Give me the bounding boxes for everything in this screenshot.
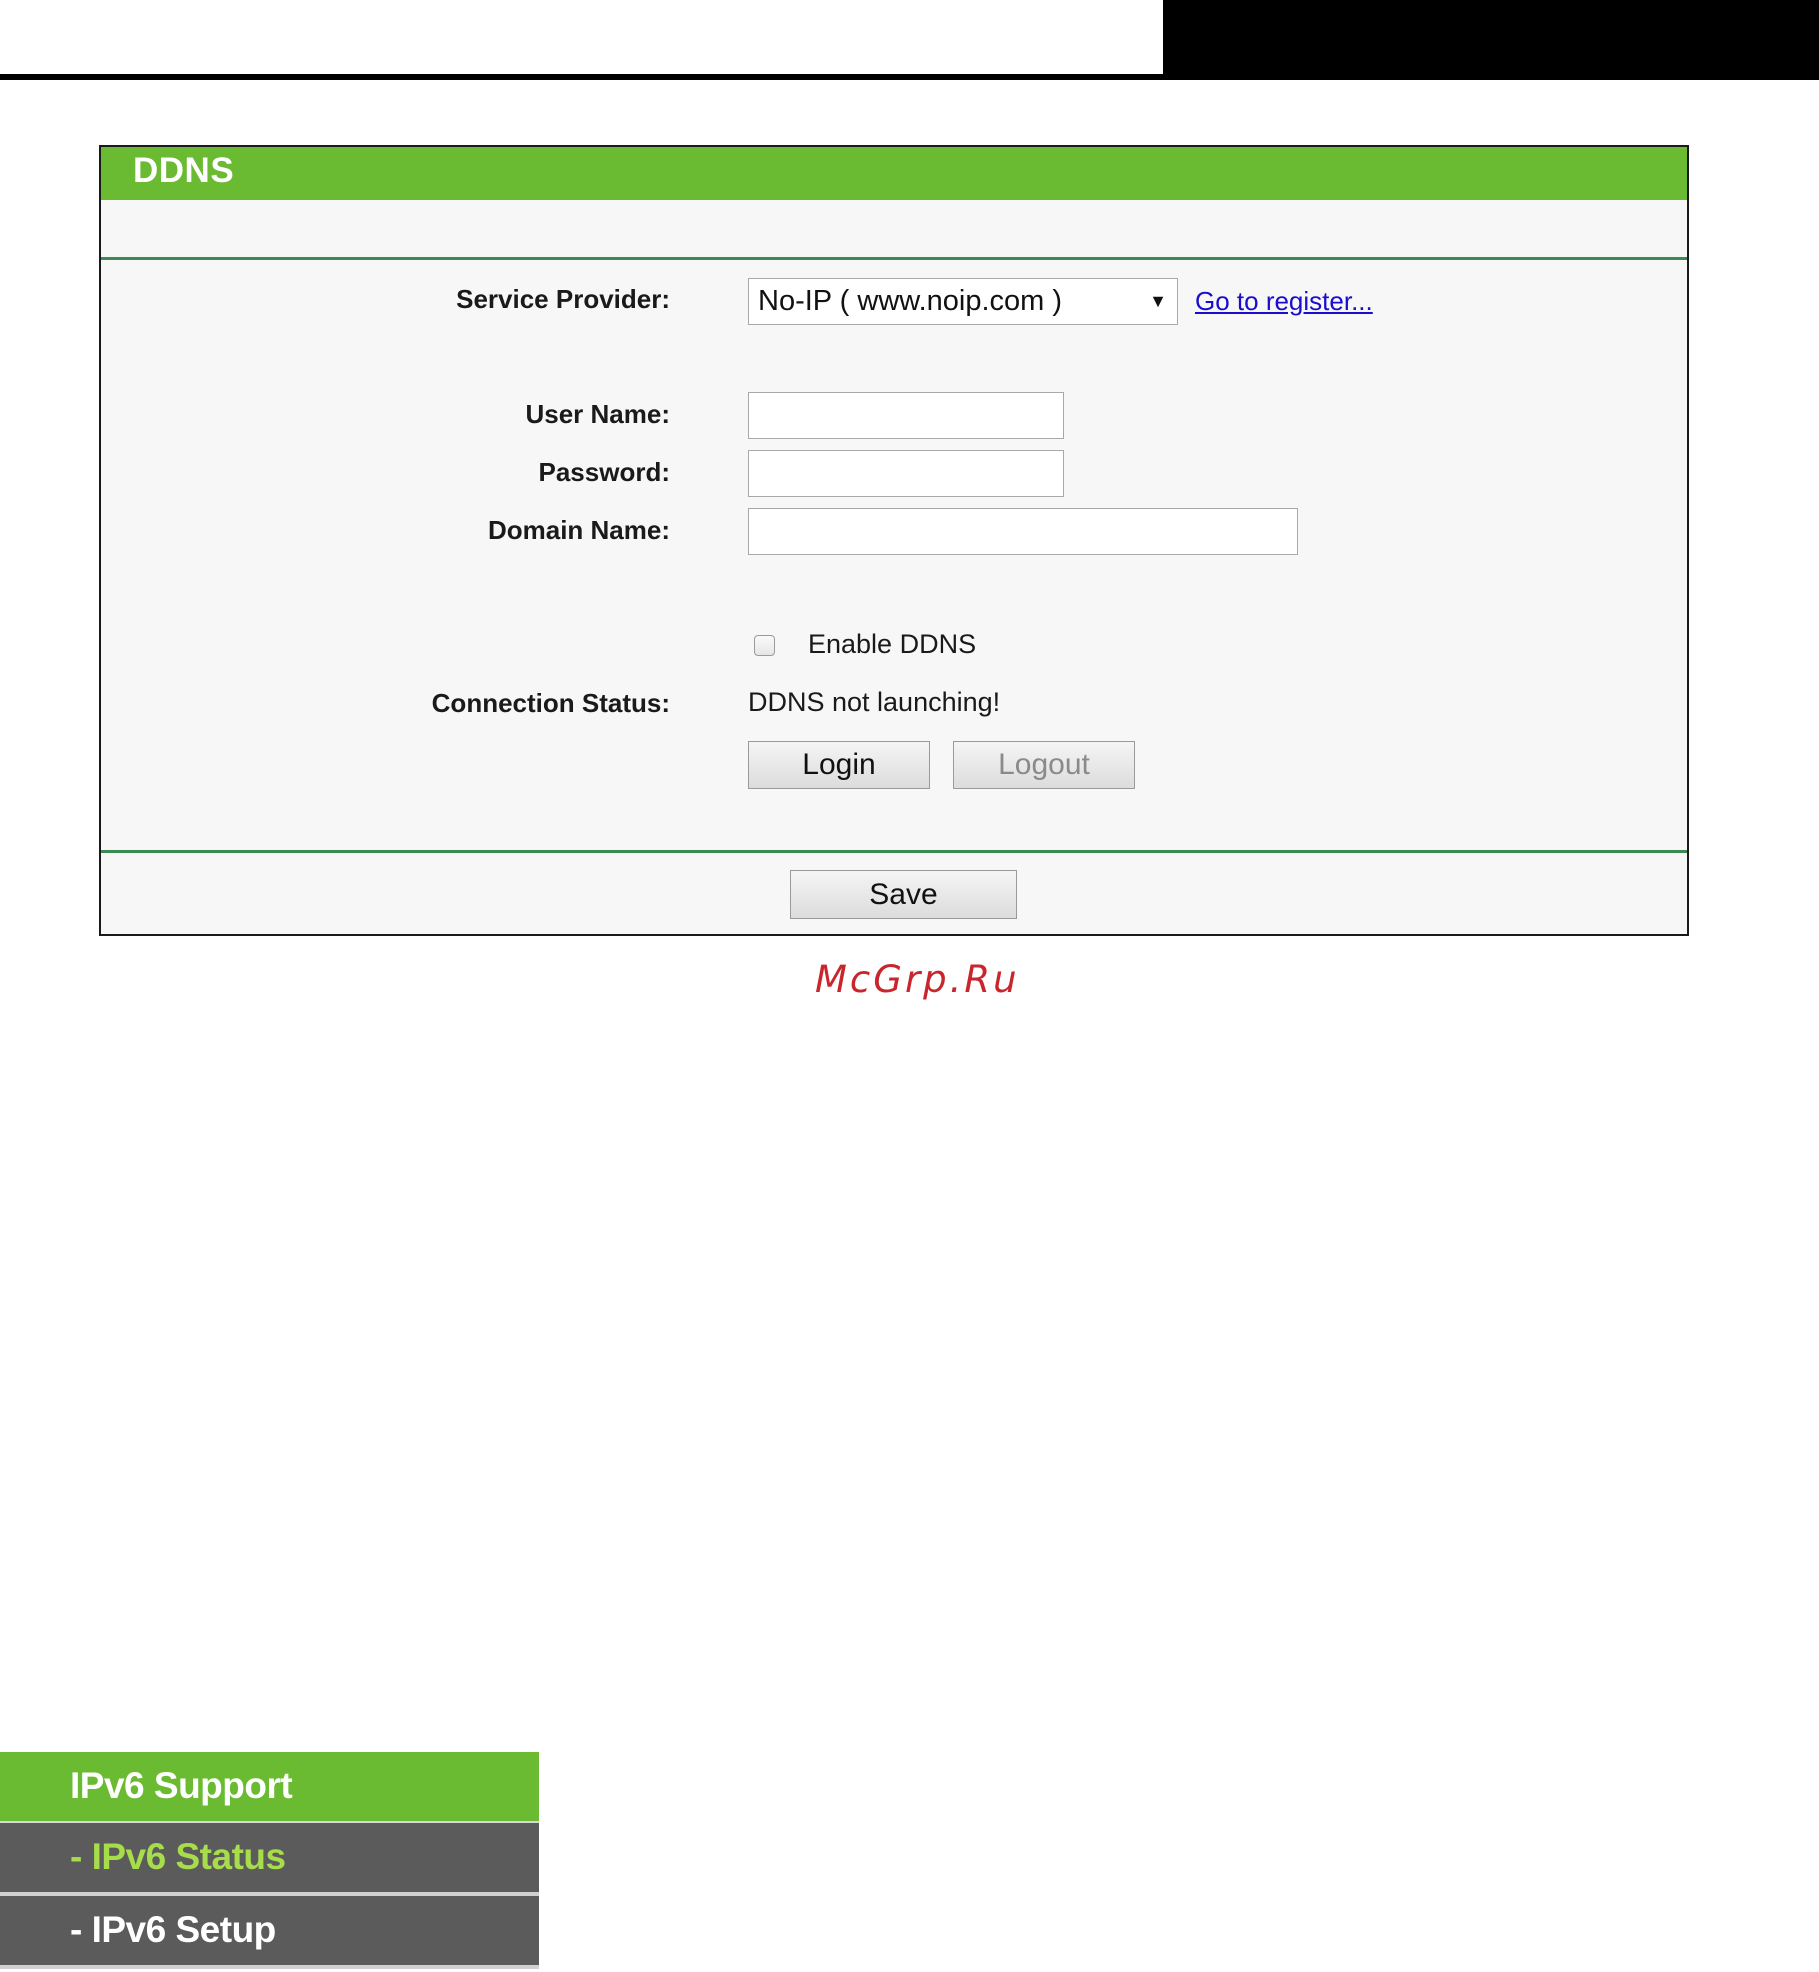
domain-name-input[interactable] xyxy=(748,508,1298,555)
domain-name-label: Domain Name: xyxy=(487,515,670,545)
connection-status-label: Connection Status: xyxy=(431,688,670,718)
service-provider-label: Service Provider: xyxy=(456,284,670,314)
sidebar-item-label: IPv6 Support xyxy=(70,1765,293,1806)
sidebar-menu: IPv6 Support - IPv6 Status - IPv6 Setup xyxy=(0,1752,539,1969)
enable-ddns-label: Enable DDNS xyxy=(808,629,977,659)
panel-title: DDNS xyxy=(133,151,235,190)
connection-status-value: DDNS not launching! xyxy=(748,687,1001,717)
panel-header: DDNS xyxy=(101,147,1687,200)
go-to-register-link[interactable]: Go to register... xyxy=(1195,286,1373,317)
sidebar-item-ipv6-status[interactable]: - IPv6 Status xyxy=(0,1823,539,1896)
document-header-strip xyxy=(0,0,1163,74)
dropdown-triangle-icon: ▼ xyxy=(1149,291,1167,311)
sidebar-item-label: - IPv6 Setup xyxy=(70,1909,276,1950)
panel-divider-bottom xyxy=(101,850,1687,853)
enable-ddns-checkbox[interactable] xyxy=(754,635,775,656)
user-name-input[interactable] xyxy=(748,392,1064,439)
service-provider-select[interactable]: No-IP ( www.noip.com ) ▼ xyxy=(748,278,1178,325)
service-provider-selected: No-IP ( www.noip.com ) xyxy=(758,285,1063,317)
password-input[interactable] xyxy=(748,450,1064,497)
ddns-panel: DDNS Service Provider: No-IP ( www.noip.… xyxy=(99,145,1689,936)
logout-button[interactable]: Logout xyxy=(953,741,1135,789)
panel-divider-top xyxy=(101,257,1687,260)
password-label: Password: xyxy=(538,457,671,487)
sidebar-item-label: - IPv6 Status xyxy=(70,1836,286,1877)
sidebar-item-ipv6-support[interactable]: IPv6 Support xyxy=(0,1752,539,1823)
watermark-text: McGrp.Ru xyxy=(815,958,1020,1001)
document-header-block xyxy=(1163,0,1819,80)
sidebar-item-ipv6-setup[interactable]: - IPv6 Setup xyxy=(0,1896,539,1969)
user-name-label: User Name: xyxy=(525,399,670,429)
login-button[interactable]: Login xyxy=(748,741,930,789)
save-button[interactable]: Save xyxy=(790,870,1017,919)
document-header-rule xyxy=(0,74,1819,80)
